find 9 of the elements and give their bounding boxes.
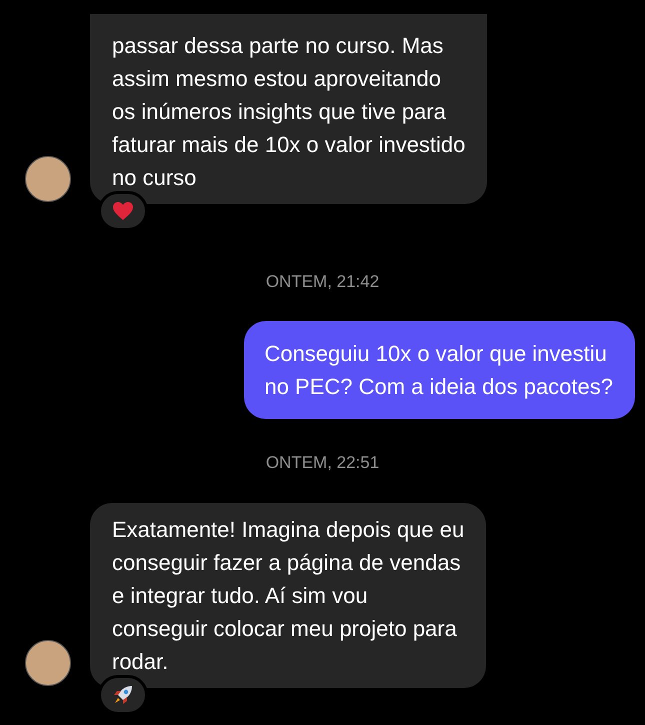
- heart-icon: [112, 201, 134, 221]
- avatar[interactable]: [25, 156, 71, 202]
- timestamp: ONTEM, 21:42: [266, 271, 380, 293]
- message-text: Exatamente! Imagina depois que eu conseguir fazer a página de vendas e integrar tudo. Aí sim vou conseguir colocar meu projeto para rodar.: [112, 516, 464, 676]
- message-text: passar dessa parte no curso. Mas assim mesmo estou aproveitando os inúmeros insights que tive para faturar mais de 10x o valor investido no curso: [112, 32, 466, 192]
- rocket-icon: [112, 684, 134, 706]
- timestamp: ONTEM, 22:51: [266, 452, 380, 474]
- message-text: Conseguiu 10x o valor que investiu no PEC? Com a ideia dos pacotes?: [264, 340, 613, 401]
- avatar[interactable]: [25, 640, 71, 686]
